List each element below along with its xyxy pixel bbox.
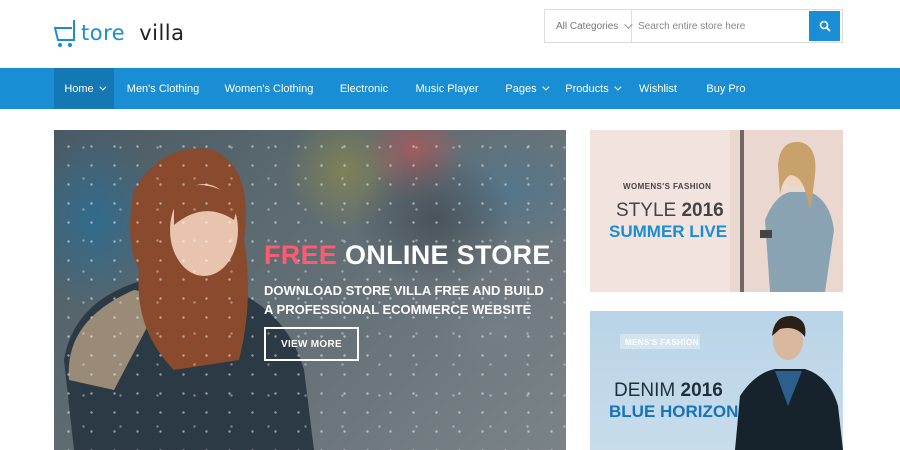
banner-tagline: SUMMER LIVE <box>609 222 728 241</box>
womens-model-image <box>730 130 843 292</box>
chevron-down-icon <box>99 83 107 91</box>
store-logo[interactable]: tore villa <box>54 16 185 50</box>
chevron-down-icon <box>614 83 622 91</box>
search-input[interactable] <box>632 10 809 42</box>
mens-model-image <box>735 315 843 450</box>
hero-title-rest: ONLINE STORE <box>345 240 551 270</box>
hero-subtitle: DOWNLOAD STORE VILLA FREE AND BUILD A PR… <box>264 283 544 317</box>
womens-fashion-banner[interactable]: WOMENS'S FASHION STYLE 2016 SUMMER LIVE <box>590 130 843 292</box>
category-select-value: All Categories <box>556 20 619 32</box>
banner-headline-prefix: DENIM <box>614 380 676 401</box>
nav-item-label: Buy Pro <box>706 82 746 95</box>
hero-slider[interactable]: FREE ONLINE STORE DOWNLOAD STORE VILLA F… <box>54 130 566 450</box>
banner-headline: DENIM 2016 <box>614 380 723 402</box>
banner-headline: STYLE 2016 <box>616 200 724 222</box>
banner-tagline: BLUE HORIZON <box>609 402 739 421</box>
nav-item-electronic[interactable]: Electronic <box>332 68 396 109</box>
nav-item-label: Music Player <box>415 82 479 95</box>
nav-item-label: Women's Clothing <box>224 82 314 95</box>
nav-item-label: Electronic <box>339 82 389 95</box>
site-header: tore villa All Categories <box>0 0 900 68</box>
logo-text-secondary: villa <box>139 21 185 45</box>
logo-text-primary: tore <box>81 21 126 45</box>
nav-item-pages[interactable]: Pages <box>501 68 551 109</box>
view-more-button[interactable]: VIEW MORE <box>264 327 359 361</box>
nav-item-label: Products <box>565 82 609 95</box>
search-icon <box>819 20 831 32</box>
nav-item-buy-pro[interactable]: Buy Pro <box>700 68 752 109</box>
main-nav: Home Men's Clothing Women's Clothing Ele… <box>0 68 900 109</box>
nav-item-womens-clothing[interactable]: Women's Clothing <box>219 68 319 109</box>
hero-title: FREE ONLINE STORE <box>264 240 551 271</box>
nav-item-wishlist[interactable]: Wishlist <box>632 68 684 109</box>
nav-item-label: Men's Clothing <box>126 82 200 95</box>
search-bar: All Categories <box>544 9 843 43</box>
mens-fashion-banner[interactable]: MENS'S FASHION DENIM 2016 BLUE HORIZON <box>590 311 843 450</box>
nav-item-music-player[interactable]: Music Player <box>409 68 485 109</box>
banner-headline-year: 2016 <box>681 200 724 221</box>
nav-item-label: Wishlist <box>639 82 677 95</box>
banner-headline-year: 2016 <box>680 380 723 401</box>
nav-item-label: Pages <box>505 82 537 95</box>
category-select[interactable]: All Categories <box>545 10 633 42</box>
banner-headline-prefix: STYLE <box>616 200 677 221</box>
nav-item-products[interactable]: Products <box>561 68 623 109</box>
chevron-down-icon <box>541 83 550 91</box>
search-button[interactable] <box>809 11 840 41</box>
banner-eyebrow: MENS'S FASHION <box>625 338 699 347</box>
nav-item-mens-clothing[interactable]: Men's Clothing <box>118 68 208 109</box>
banner-eyebrow: WOMENS'S FASHION <box>623 182 712 191</box>
cart-logo-icon <box>54 20 75 47</box>
nav-item-home[interactable]: Home <box>54 68 114 109</box>
hero-title-highlight: FREE <box>264 240 338 270</box>
nav-item-label: Home <box>64 82 94 95</box>
